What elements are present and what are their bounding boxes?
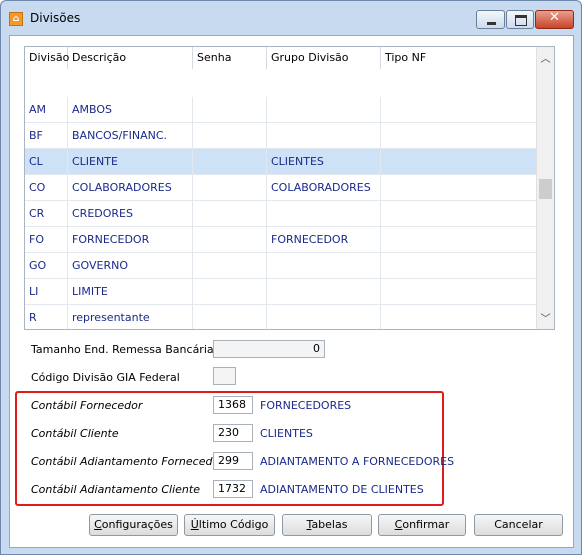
contabil-fornecedor-label: Contábil Fornecedor [31, 399, 143, 412]
contabil-adiantamento-fornecedor-account: ADIANTAMENTO A FORNECEDORES [260, 455, 455, 468]
cell-tipo-nf[interactable] [381, 227, 537, 252]
table-row[interactable]: GO GOVERNO [25, 253, 537, 279]
cell-senha[interactable] [193, 123, 267, 148]
maximize-button[interactable] [506, 10, 534, 29]
cell-descricao[interactable]: AMBOS [68, 97, 193, 122]
table-row[interactable]: AM AMBOS [25, 97, 537, 123]
column-header-senha[interactable]: Senha [193, 47, 267, 69]
cell-senha[interactable] [193, 305, 267, 329]
ultimo-codigo-button[interactable]: Último Código [184, 514, 275, 536]
cell-divisao[interactable]: CO [25, 175, 68, 200]
cell-senha[interactable] [193, 175, 267, 200]
cell-divisao[interactable]: CL [25, 149, 68, 174]
column-header-tipo-nf[interactable]: Tipo NF [381, 47, 537, 69]
divisoes-grid[interactable]: Divisão Descrição Senha Grupo Divisão Ti… [24, 46, 555, 330]
cell-descricao[interactable]: COLABORADORES [68, 175, 193, 200]
contabil-fornecedor-account: FORNECEDORES [260, 399, 352, 412]
cell-grupo-divisao[interactable] [267, 305, 381, 329]
table-row[interactable]: CR CREDORES [25, 201, 537, 227]
app-logo-icon: ⌂ [9, 12, 23, 26]
cell-tipo-nf[interactable] [381, 175, 537, 200]
cell-divisao[interactable]: FO [25, 227, 68, 252]
cell-tipo-nf[interactable] [381, 305, 537, 329]
cell-divisao[interactable]: LI [25, 279, 68, 304]
close-button[interactable]: ✕ [535, 10, 574, 29]
title-bar[interactable]: ⌂ Divisões ✕ [1, 1, 581, 35]
cell-divisao[interactable]: BF [25, 123, 68, 148]
cell-divisao[interactable]: R [25, 305, 68, 329]
close-icon: ✕ [549, 10, 560, 25]
contabil-adiantamento-cliente-account: ADIANTAMENTO DE CLIENTES [260, 483, 424, 496]
cell-descricao[interactable]: LIMITE [68, 279, 193, 304]
tabelas-button[interactable]: Tabelas [282, 514, 372, 536]
contabil-cliente-code[interactable]: 230 [213, 424, 253, 442]
confirmar-button[interactable]: Confirmar [378, 514, 466, 536]
grid-vertical-scrollbar[interactable]: ︿ ﹀ [536, 47, 554, 329]
window-title: Divisões [30, 11, 81, 25]
contabil-adiantamento-cliente-code[interactable]: 1732 [213, 480, 253, 498]
tamanho-label: Tamanho End. Remessa Bancária [31, 343, 214, 356]
cell-senha[interactable] [193, 227, 267, 252]
cell-divisao[interactable]: CR [25, 201, 68, 226]
contabil-cliente-label: Contábil Cliente [31, 427, 119, 440]
cell-divisao[interactable]: AM [25, 97, 68, 122]
column-header-divisao[interactable]: Divisão [25, 47, 69, 69]
cell-descricao[interactable]: representante [68, 305, 193, 329]
tamanho-field[interactable]: 0 [213, 340, 325, 358]
gia-field[interactable] [213, 367, 236, 385]
cell-grupo-divisao[interactable] [267, 201, 381, 226]
cell-tipo-nf[interactable] [381, 123, 537, 148]
cell-tipo-nf[interactable] [381, 279, 537, 304]
column-header-grupo-divisao[interactable]: Grupo Divisão [267, 47, 381, 69]
cell-descricao[interactable]: CLIENTE [68, 149, 193, 174]
contabil-fornecedor-code[interactable]: 1368 [213, 396, 253, 414]
table-row[interactable]: Rrepresentante [25, 305, 537, 329]
table-row[interactable]: LI LIMITE [25, 279, 537, 305]
cell-senha[interactable] [193, 253, 267, 278]
cell-grupo-divisao[interactable]: FORNECEDOR [267, 227, 381, 252]
cell-grupo-divisao[interactable]: COLABORADORES [267, 175, 381, 200]
cancelar-button[interactable]: Cancelar [474, 514, 563, 536]
scroll-up-icon[interactable]: ︿ [537, 51, 554, 68]
cell-grupo-divisao[interactable] [267, 279, 381, 304]
table-row[interactable]: CL CLIENTE CLIENTES [25, 149, 537, 175]
cell-tipo-nf[interactable] [381, 201, 537, 226]
cell-grupo-divisao[interactable]: CLIENTES [267, 149, 381, 174]
scroll-thumb[interactable] [539, 179, 552, 199]
cell-grupo-divisao[interactable] [267, 123, 381, 148]
cell-descricao[interactable]: GOVERNO [68, 253, 193, 278]
cell-grupo-divisao[interactable] [267, 253, 381, 278]
cell-senha[interactable] [193, 97, 267, 122]
minimize-button[interactable] [476, 10, 505, 29]
contabil-cliente-account: CLIENTES [260, 427, 313, 440]
scroll-down-icon[interactable]: ﹀ [537, 311, 554, 328]
contabil-adiantamento-fornecedor-code[interactable]: 299 [213, 452, 253, 470]
configuracoes-button[interactable]: Configurações [89, 514, 178, 536]
table-row[interactable]: FO FORNECEDOR FORNECEDOR [25, 227, 537, 253]
cell-tipo-nf[interactable] [381, 97, 537, 122]
gia-label: Código Divisão GIA Federal [31, 371, 180, 384]
contabil-adiantamento-cliente-label: Contábil Adiantamento Cliente [31, 483, 200, 496]
cell-tipo-nf[interactable] [381, 149, 537, 174]
cell-grupo-divisao[interactable] [267, 97, 381, 122]
cell-tipo-nf[interactable] [381, 253, 537, 278]
table-row[interactable]: CO COLABORADORES COLABORADORES [25, 175, 537, 201]
cell-divisao[interactable]: GO [25, 253, 68, 278]
column-header-descricao[interactable]: Descrição [68, 47, 193, 69]
cell-descricao[interactable]: FORNECEDOR [68, 227, 193, 252]
cell-senha[interactable] [193, 201, 267, 226]
table-row[interactable]: BF BANCOS/FINANC. [25, 123, 537, 149]
cell-descricao[interactable]: CREDORES [68, 201, 193, 226]
cell-senha[interactable] [193, 279, 267, 304]
cell-descricao[interactable]: BANCOS/FINANC. [68, 123, 193, 148]
contabil-adiantamento-fornecedor-label: Contábil Adiantamento Fornecedor [31, 455, 224, 468]
cell-senha[interactable] [193, 149, 267, 174]
